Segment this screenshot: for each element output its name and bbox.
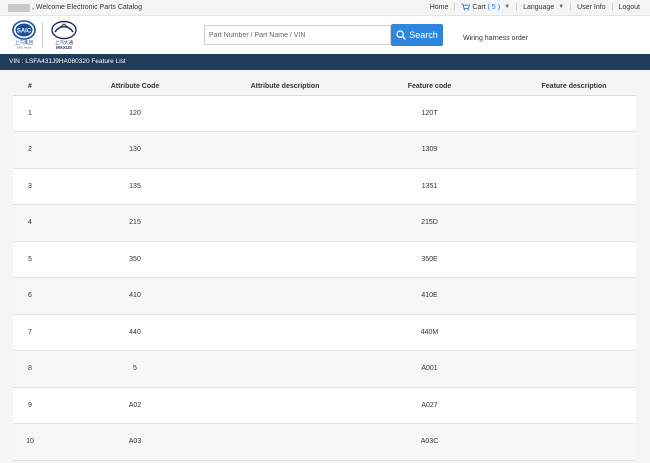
user-info-link[interactable]: User Info xyxy=(571,4,611,11)
search-button[interactable]: Search xyxy=(391,24,443,46)
table-row: 7 440 440M xyxy=(13,314,636,351)
cell-attribute-code: A03 xyxy=(47,423,223,461)
col-header-feature-description: Feature description xyxy=(512,78,636,96)
cell-feature-code: 120T xyxy=(347,95,512,132)
cell-feature-description xyxy=(512,204,636,242)
top-bar: , Welcome Electronic Parts Catalog Home … xyxy=(0,0,650,16)
cell-index: 5 xyxy=(13,241,47,278)
cell-feature-code: 410E xyxy=(347,277,512,315)
wiring-harness-order-link[interactable]: Wiring harness order xyxy=(463,35,528,42)
cell-attribute-code: 410 xyxy=(47,277,223,315)
cell-feature-code: 1309 xyxy=(347,131,512,169)
cell-index: 3 xyxy=(13,168,47,205)
search-button-label: Search xyxy=(409,30,438,40)
cart-count: ( 5 ) xyxy=(487,3,501,11)
cell-feature-code: A027 xyxy=(347,387,512,424)
language-dropdown[interactable]: Language ▼ xyxy=(517,4,570,11)
feature-table: # Attribute Code Attribute description F… xyxy=(13,78,636,461)
cell-feature-description xyxy=(512,168,636,205)
cell-attribute-description xyxy=(223,277,347,315)
cell-index: 4 xyxy=(13,204,47,242)
table-row: 9 A02 A027 xyxy=(13,387,636,424)
cell-attribute-code: 130 xyxy=(47,131,223,169)
top-nav: Home Cart ( 5 ) ▼ Language ▼ User Info L… xyxy=(424,3,640,11)
cell-feature-code: 215D xyxy=(347,204,512,242)
cell-index: 9 xyxy=(13,387,47,424)
table-row: 1 120 120T xyxy=(13,95,636,132)
maxus-en-text: MAXUS xyxy=(56,45,72,50)
chevron-down-icon: ▼ xyxy=(504,4,511,10)
cell-feature-description xyxy=(512,387,636,424)
cell-attribute-code: 5 xyxy=(47,350,223,388)
cell-feature-description xyxy=(512,277,636,315)
username-redacted xyxy=(8,4,30,12)
table-row: 10 A03 A03C xyxy=(13,423,636,461)
search-input[interactable] xyxy=(204,25,391,45)
cell-attribute-description xyxy=(223,350,347,388)
maxus-logo[interactable]: 上汽大通 MAXUS xyxy=(46,20,82,50)
cell-feature-description xyxy=(512,423,636,461)
cell-feature-code: A001 xyxy=(347,350,512,388)
home-link[interactable]: Home xyxy=(424,4,455,11)
saic-logo[interactable]: SAIC 上汽集团 SAIC Motor xyxy=(8,20,40,50)
cell-feature-code: 1351 xyxy=(347,168,512,205)
saic-logo-text: SAIC xyxy=(17,28,32,34)
logo-divider xyxy=(42,22,43,48)
cell-feature-code: A03C xyxy=(347,423,512,461)
language-label: Language xyxy=(523,3,555,11)
cell-attribute-description xyxy=(223,204,347,242)
cell-attribute-code: A02 xyxy=(47,387,223,424)
col-header-attribute-description: Attribute description xyxy=(223,78,347,96)
logout-link[interactable]: Logout xyxy=(613,4,640,11)
cell-attribute-code: 350 xyxy=(47,241,223,278)
cart-link[interactable]: Cart ( 5 ) ▼ xyxy=(455,3,516,11)
table-row: 4 215 215D xyxy=(13,204,636,242)
feature-table-container: # Attribute Code Attribute description F… xyxy=(13,78,636,461)
vin-feature-list-bar: VIN : LSFA431J9HA080320 Feature List xyxy=(0,54,650,70)
cell-index: 7 xyxy=(13,314,47,351)
search-icon xyxy=(396,30,407,40)
cell-index: 1 xyxy=(13,95,47,132)
cell-index: 6 xyxy=(13,277,47,315)
saic-en-text: SAIC Motor xyxy=(17,46,32,50)
chevron-down-icon: ▼ xyxy=(558,4,565,10)
table-row: 6 410 410E xyxy=(13,277,636,315)
cell-attribute-description xyxy=(223,168,347,205)
cart-icon xyxy=(461,3,471,11)
cell-attribute-description xyxy=(223,314,347,351)
col-header-attribute-code: Attribute Code xyxy=(47,78,223,96)
table-row: 2 130 1309 xyxy=(13,131,636,169)
cell-feature-code: 440M xyxy=(347,314,512,351)
header: SAIC 上汽集团 SAIC Motor 上汽大通 MAXUS Search W… xyxy=(0,16,650,54)
cell-feature-description xyxy=(512,241,636,278)
cell-attribute-description xyxy=(223,423,347,461)
table-row: 3 135 1351 xyxy=(13,168,636,205)
table-row: 8 5 A001 xyxy=(13,350,636,388)
cell-index: 10 xyxy=(13,423,47,461)
cell-feature-description xyxy=(512,314,636,351)
cell-feature-description xyxy=(512,131,636,169)
cell-feature-description xyxy=(512,95,636,132)
table-body: 1 120 120T 2 130 1309 3 135 1351 4 215 215D 5 350 350E… xyxy=(13,95,636,461)
cell-attribute-code: 135 xyxy=(47,168,223,205)
cell-attribute-description xyxy=(223,241,347,278)
cell-index: 2 xyxy=(13,131,47,169)
cart-label: Cart xyxy=(472,3,486,11)
col-header-index: # xyxy=(13,78,47,96)
table-header-row: # Attribute Code Attribute description F… xyxy=(13,78,636,96)
welcome-text: , Welcome Electronic Parts Catalog xyxy=(32,4,142,11)
cell-feature-description xyxy=(512,350,636,388)
cell-attribute-code: 215 xyxy=(47,204,223,242)
cell-attribute-code: 120 xyxy=(47,95,223,132)
cell-attribute-code: 440 xyxy=(47,314,223,351)
cell-index: 8 xyxy=(13,350,47,388)
cell-feature-code: 350E xyxy=(347,241,512,278)
cell-attribute-description xyxy=(223,95,347,132)
table-row: 5 350 350E xyxy=(13,241,636,278)
col-header-feature-code: Feature code xyxy=(347,78,512,96)
cell-attribute-description xyxy=(223,387,347,424)
cell-attribute-description xyxy=(223,131,347,169)
